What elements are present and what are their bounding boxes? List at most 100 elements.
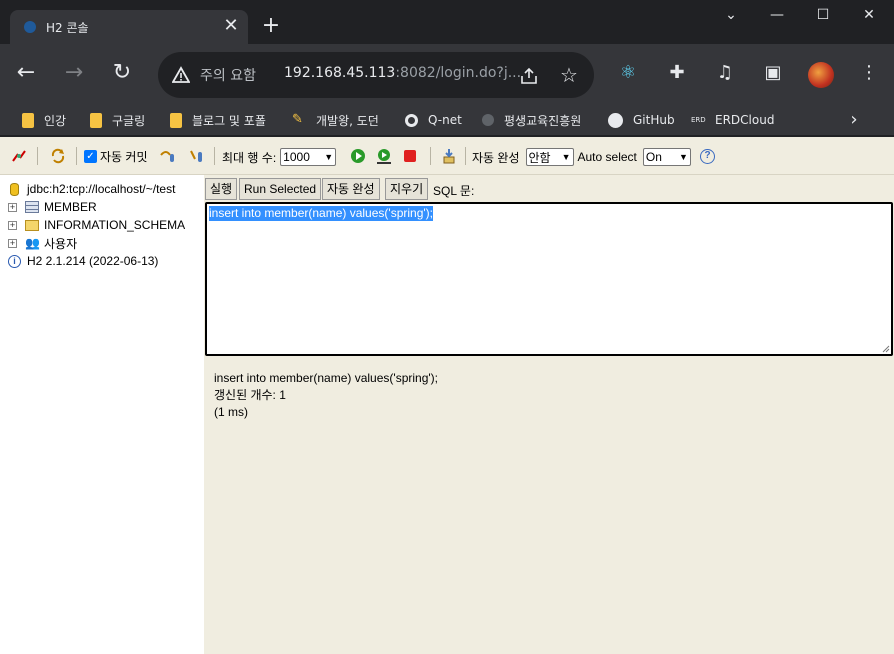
result-panel: insert into member(name) values('spring'… [214,370,438,421]
version-label: H2 2.1.214 (2022-06-13) [27,254,159,268]
bookmarks-bar: 인강 구글링 블로그 및 포폴 ✎ 개발왕, 도던 Q-net 평생교육진흥원 … [0,104,894,136]
sql-input[interactable]: insert into member(name) values('spring'… [205,202,893,356]
folder-icon [22,112,34,128]
tab-strip: H2 콘솔 ✕ + ⌄ — ☐ ✕ [0,0,894,44]
maximize-button[interactable]: ☐ [800,0,846,32]
history-icon[interactable] [440,147,458,165]
reload-button[interactable]: ↻ [109,60,135,86]
tree-item-information-schema[interactable]: + INFORMATION_SCHEMA [8,217,185,233]
autocommit-toggle[interactable]: ✓ 자동 커밋 [84,148,148,165]
chevron-right-icon[interactable]: › [844,110,864,130]
autoselect-value: On [645,150,662,164]
bookmark-nile[interactable]: 평생교육진흥원 [482,108,581,132]
bookmark-folder-googling[interactable]: 구글링 [90,108,145,132]
warning-icon[interactable] [172,66,190,84]
tree-item-member[interactable]: + MEMBER [8,199,97,215]
result-statement: insert into member(name) values('spring'… [214,371,438,385]
commit-icon[interactable] [188,147,206,165]
folder-icon [170,112,182,128]
max-rows-label: 최대 행 수: [222,150,277,165]
run-selected-icon[interactable] [375,147,393,165]
rollback-icon[interactable] [158,147,176,165]
h2-console: ✓ 자동 커밋 최대 행 수: 1000 ▼ 자동 완성 안함 ▼ Auto s… [0,137,894,654]
max-rows-select[interactable]: 1000 ▼ [280,148,337,166]
bookmark-label: 개발왕, 도던 [316,113,379,128]
folder-icon [90,112,102,128]
help-icon[interactable]: ? [700,149,715,164]
tree-item-users[interactable]: + 👥 사용자 [8,235,77,251]
bookmark-folder-ingang[interactable]: 인강 [22,108,66,132]
divider [214,147,215,165]
divider [465,147,466,165]
disconnect-icon[interactable] [10,147,28,165]
h2-favicon-icon [24,21,36,33]
react-devtools-icon[interactable]: ⚛ [615,60,641,86]
bookmark-label: Q-net [428,113,462,127]
database-icon [10,182,19,196]
pencil-icon: ✎ [292,112,303,127]
resize-grip-icon[interactable] [880,343,890,353]
media-control-icon[interactable]: ♫ [712,60,738,86]
clear-button[interactable]: 지우기 [385,178,429,200]
bookmark-label: ERDCloud [715,113,775,127]
tab-title: H2 콘솔 [46,21,89,35]
bookmark-github[interactable]: GitHub [608,108,675,132]
url-path: :8082/login.do?j... [395,65,522,81]
connection-url: jdbc:h2:tcp://localhost/~/test [27,182,176,196]
bookmark-star-icon[interactable]: ☆ [556,62,582,88]
extensions-icon[interactable]: ✚ [664,60,690,86]
forward-button[interactable]: → [61,60,87,86]
result-update-count: 갱신된 개수: 1 [214,388,286,402]
minimize-button[interactable]: — [754,0,800,32]
tree-item-label: MEMBER [44,200,97,214]
share-icon[interactable] [518,65,540,87]
tab-search-button[interactable]: ⌄ [708,0,754,32]
stop-icon[interactable] [401,147,419,165]
autoselect-label: Auto select [577,150,637,164]
tab-close-icon[interactable]: ✕ [220,15,242,37]
back-button[interactable]: ← [13,60,39,86]
profile-avatar[interactable] [808,62,834,88]
run-selected-button[interactable]: Run Selected [239,178,322,200]
address-bar[interactable]: 주의 요함 192.168.45.113:8082/login.do?j... … [158,52,594,98]
github-icon [608,112,623,128]
bookmark-erdcloud[interactable]: ERD ERDCloud [691,108,774,132]
sql-panel: 실행 Run Selected 자동 완성 지우기 SQL 문: insert … [204,175,894,654]
run-icon[interactable] [349,147,367,165]
sql-text-selected[interactable]: insert into member(name) values('spring'… [209,206,433,221]
tree-version: i H2 2.1.214 (2022-06-13) [8,253,158,269]
expand-icon[interactable]: + [8,202,17,212]
bookmark-label: GitHub [633,113,675,127]
sql-label: SQL 문: [433,184,475,198]
url-host: 192.168.45.113 [284,65,396,81]
autocommit-checkbox[interactable]: ✓ [84,150,97,163]
security-label[interactable]: 주의 요함 [200,65,256,85]
h2-toolbar: ✓ 자동 커밋 최대 행 수: 1000 ▼ 자동 완성 안함 ▼ Auto s… [0,137,894,175]
tree-item-label: 사용자 [44,236,78,251]
expand-icon[interactable]: + [8,220,17,230]
browser-tab[interactable]: H2 콘솔 ✕ [10,10,248,44]
new-tab-button[interactable]: + [259,14,283,38]
refresh-icon[interactable] [49,147,67,165]
bookmark-label: 블로그 및 포폴 [192,113,266,128]
close-window-button[interactable]: ✕ [846,0,892,32]
divider [430,147,431,165]
url-text[interactable]: 192.168.45.113:8082/login.do?j... [284,65,521,81]
menu-icon[interactable]: ⋮ [856,60,882,86]
tree-connection[interactable]: jdbc:h2:tcp://localhost/~/test [10,181,175,197]
bookmark-folder-blog[interactable]: 블로그 및 포폴 [170,108,266,132]
autocomplete-label: 자동 완성 [472,150,520,165]
autoselect-select[interactable]: On ▼ [642,148,691,166]
autocommit-label: 자동 커밋 [100,150,148,164]
autocomplete-group: 자동 완성 안함 ▼ Auto select On ▼ [472,148,691,166]
divider [37,147,38,165]
side-panel-icon[interactable]: ▣ [760,60,786,86]
expand-icon[interactable]: + [8,238,17,248]
autocomplete-select[interactable]: 안함 ▼ [525,148,574,166]
bookmark-dev-king[interactable]: ✎ 개발왕, 도던 [292,108,379,132]
run-button[interactable]: 실행 [205,178,238,200]
bookmark-qnet[interactable]: Q-net [405,108,462,132]
autocomplete-button[interactable]: 자동 완성 [322,178,380,200]
chevron-down-icon: ▼ [678,152,688,162]
browser-toolbar: ← → ↻ 주의 요함 192.168.45.113:8082/login.do… [0,44,894,104]
